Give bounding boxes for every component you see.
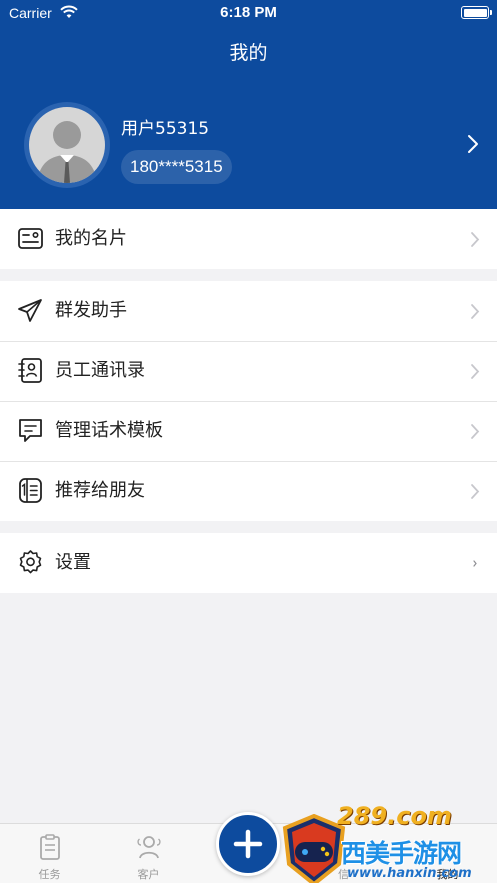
menu-item-label: 员工通讯录	[55, 360, 145, 381]
chevron-right-icon[interactable]	[467, 134, 479, 154]
tab-messages[interactable]: 信	[298, 824, 397, 883]
chevron-right-icon	[471, 232, 480, 247]
page-title: 我的	[229, 42, 268, 64]
menu-group-card: 我的名片	[0, 209, 497, 269]
status-bar: Carrier 6:18 PM	[0, 0, 497, 26]
chevron-right-icon	[471, 484, 480, 499]
business-card-icon	[18, 228, 43, 249]
menu-item-label: 管理话术模板	[55, 420, 163, 441]
profile-summary[interactable]: 用户55315 180****5315	[0, 98, 497, 193]
chevron-right-icon	[473, 560, 477, 567]
phone-number-badge: 180****5315	[121, 150, 232, 184]
menu-item-employee-directory[interactable]: 员工通讯录	[0, 341, 497, 401]
chevron-right-icon	[471, 424, 480, 439]
chat-message-icon	[19, 419, 42, 442]
menu-group-tools: 群发助手 员工通讯录 管理话术模板 推荐给朋友	[0, 281, 497, 521]
chevron-right-icon	[471, 304, 480, 319]
menu-item-label: 设置	[55, 552, 91, 573]
tab-mine[interactable]: 我的	[398, 824, 497, 883]
battery-icon	[461, 6, 492, 19]
clipboard-icon	[40, 834, 60, 860]
menu-item-label: 我的名片	[55, 228, 127, 249]
menu-item-script-templates[interactable]: 管理话术模板	[0, 401, 497, 461]
add-button[interactable]	[216, 812, 280, 876]
tab-label: 任务	[38, 868, 61, 881]
avatar-placeholder-icon	[29, 107, 105, 183]
plus-icon	[233, 829, 263, 859]
tab-customers[interactable]: 客户	[99, 824, 198, 883]
tab-label: 客户	[137, 868, 160, 881]
avatar[interactable]	[24, 102, 110, 188]
menu-item-label: 群发助手	[55, 300, 127, 321]
chevron-right-icon	[471, 364, 480, 379]
username: 用户55315	[121, 119, 210, 139]
profile-header: Carrier 6:18 PM 我的 用户55315 180****5315	[0, 0, 497, 209]
tab-tasks[interactable]: 任务	[0, 824, 99, 883]
paper-plane-icon	[18, 299, 42, 322]
menu-item-settings[interactable]: 设置	[0, 533, 497, 593]
share-list-icon	[19, 478, 42, 503]
menu-item-bulk-send-assistant[interactable]: 群发助手	[0, 281, 497, 341]
menu-item-label: 推荐给朋友	[55, 480, 145, 501]
tab-label: 我的	[436, 868, 459, 881]
contacts-book-icon	[18, 358, 42, 383]
people-icon	[137, 836, 161, 859]
tab-label: 信	[338, 868, 349, 881]
menu-group-settings: 设置	[0, 533, 497, 593]
clock: 6:18 PM	[220, 4, 277, 21]
gear-icon	[19, 550, 42, 574]
menu-item-business-card[interactable]: 我的名片	[0, 209, 497, 269]
menu-item-recommend-to-friends[interactable]: 推荐给朋友	[0, 461, 497, 521]
